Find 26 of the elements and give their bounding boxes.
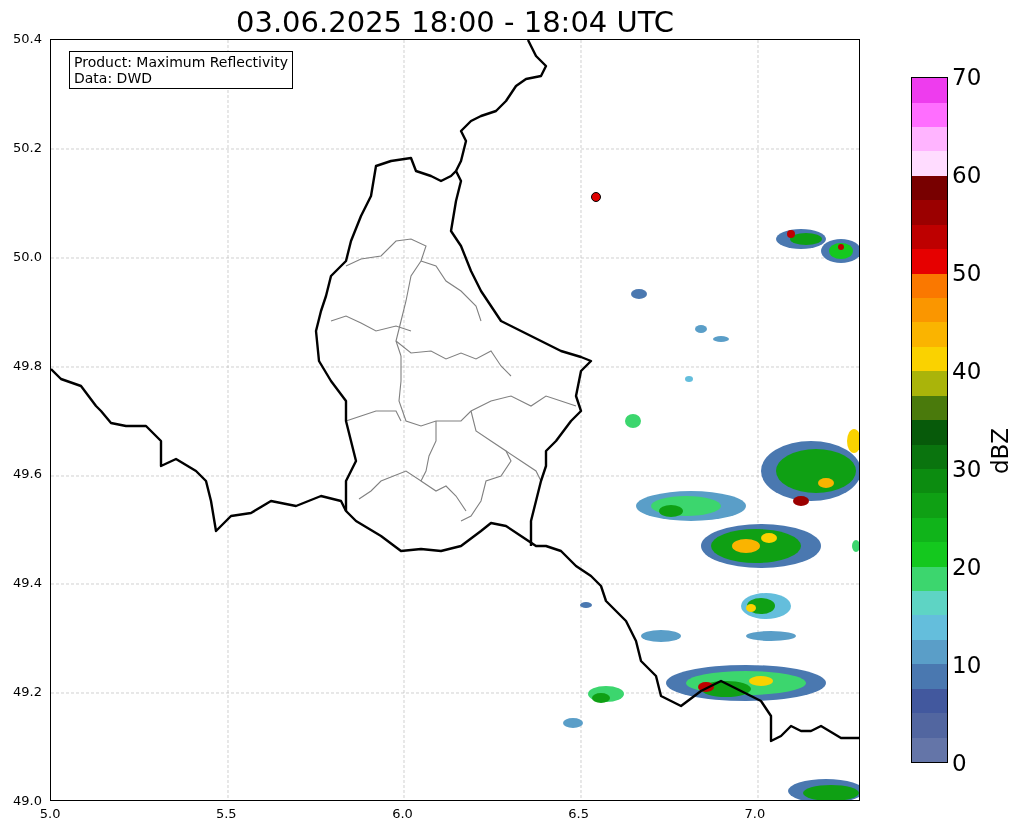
info-text: Data: DWD: [74, 70, 153, 86]
axis-tick-label: 49.4: [13, 575, 42, 592]
axis-tick-label: 5.0: [38, 806, 62, 823]
colorbar-label: dBZ: [987, 427, 1014, 474]
axis-tick-label: 7.0: [743, 806, 767, 823]
axis-tick-label: 49.6: [13, 466, 42, 483]
axis-tick-label: 6.0: [391, 806, 414, 823]
axis-tick-label: 49.8: [13, 357, 42, 374]
info-text: Product: Maximum Reflectivity: [74, 54, 288, 70]
colorbar-tick-label: 30: [952, 456, 982, 482]
colorbar-tick-label: 40: [952, 358, 982, 384]
axis-tick-label: 50.4: [13, 31, 42, 47]
figure-title: 03.06.2025 18:00 - 18:04 UTC: [235, 5, 675, 39]
axis-tick-label: 49.0: [13, 792, 42, 809]
colorbar-tick-label: 0: [952, 750, 968, 776]
axis-tick-label: 49.2: [13, 684, 42, 701]
axis-tick-label: 6.5: [567, 806, 590, 823]
colorbar-tick-label: 20: [952, 554, 982, 580]
colorbar-tick-label: 70: [952, 64, 982, 90]
axis-tick-label: 50.0: [13, 248, 42, 265]
axis-tick-label: 5.5: [214, 806, 238, 823]
axis-tick-label: 50.2: [13, 139, 42, 156]
colorbar-tick-label: 10: [952, 652, 982, 678]
location-marker: [591, 192, 601, 202]
colorbar-tick-label: 50: [952, 260, 982, 286]
colorbar-tick-label: 60: [952, 162, 982, 188]
